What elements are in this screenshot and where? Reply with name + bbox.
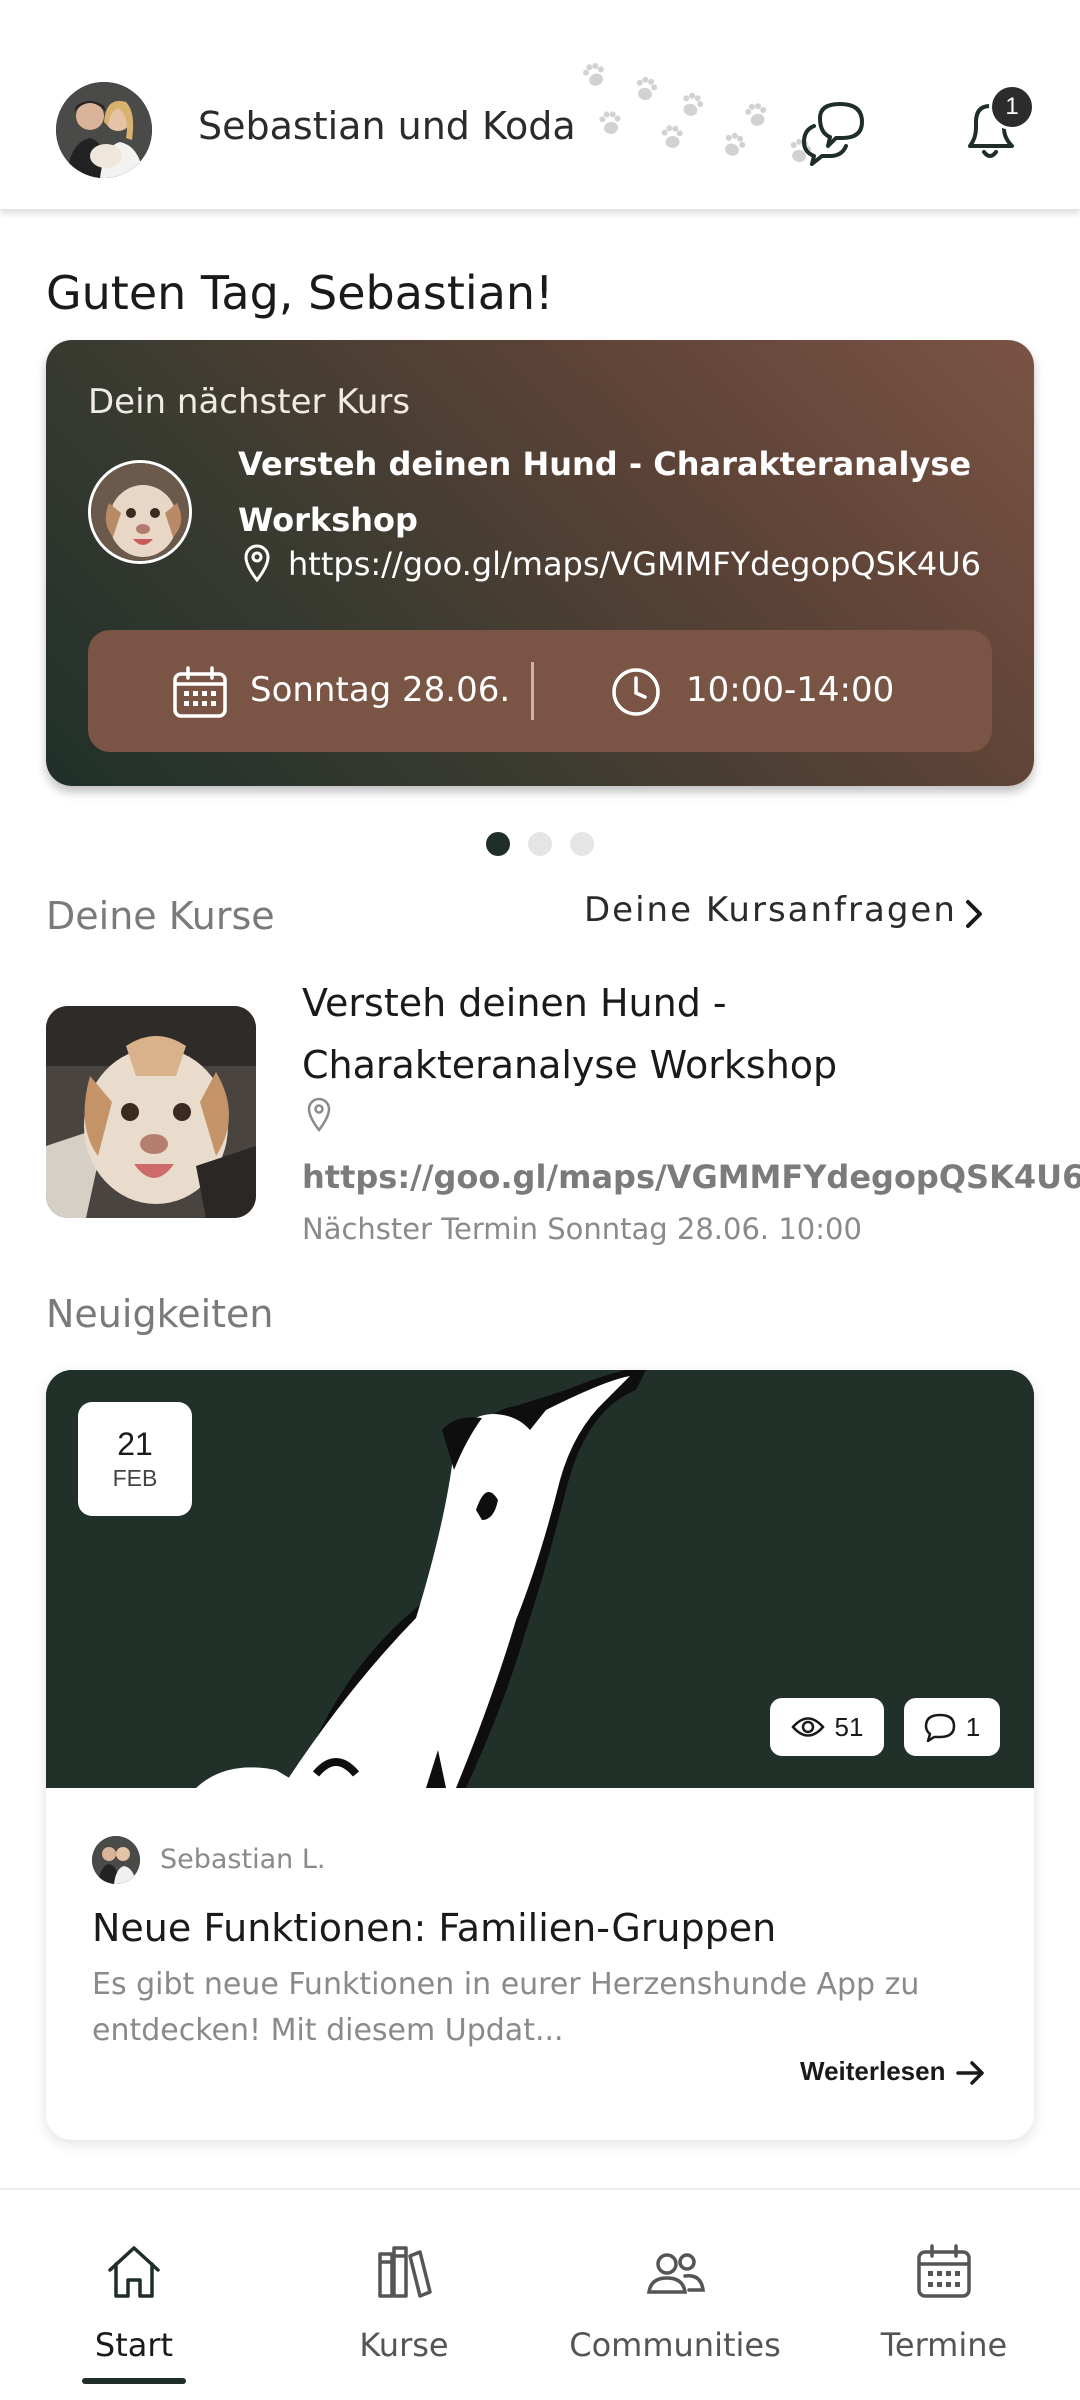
arrow-right-icon[interactable]	[954, 2058, 988, 2088]
news-card[interactable]: 21 FEB 51 1 Sebastian L. Neue Funktionen…	[46, 1370, 1034, 2140]
course-dog-avatar	[88, 460, 192, 564]
course-next-date: Nächster Termin Sonntag 28.06. 10:00	[302, 1212, 862, 1246]
read-more-link[interactable]: Weiterlesen	[800, 2056, 945, 2087]
app-screen: Sebastian und Koda 1 Guten Tag, Sebastia…	[0, 0, 1080, 2400]
author-name: Sebastian L.	[160, 1844, 326, 1875]
next-course-datetime: Sonntag 28.06. 10:00-14:00	[88, 630, 992, 752]
carousel-dot-active[interactable]	[486, 832, 510, 856]
carousel-dot[interactable]	[528, 832, 552, 856]
active-tab-indicator	[82, 2378, 186, 2384]
author-avatar	[92, 1836, 140, 1884]
eye-icon	[790, 1717, 825, 1737]
nav-termine-label: Termine	[880, 2326, 1008, 2364]
next-course-time: 10:00-14:00	[686, 670, 895, 710]
location-pin-icon	[307, 1097, 331, 1132]
chat-icon[interactable]	[800, 96, 868, 168]
nav-termine[interactable]: Termine	[854, 2190, 1034, 2390]
nav-start-label: Start	[94, 2326, 174, 2364]
news-section-title: Neuigkeiten	[46, 1292, 274, 1336]
nav-communities[interactable]: Communities	[560, 2190, 790, 2390]
nav-communities-label: Communities	[569, 2326, 781, 2364]
nav-kurse[interactable]: Kurse	[314, 2190, 494, 2390]
carousel-dot[interactable]	[570, 832, 594, 856]
next-course-location-link[interactable]: https://goo.gl/maps/VGMMFYdegopQSK4U6	[288, 545, 981, 583]
clock-icon	[612, 668, 660, 716]
profile-avatar[interactable]	[56, 82, 152, 178]
comments-count[interactable]: 1	[904, 1698, 1000, 1756]
next-course-card[interactable]: Dein nächster Kurs Versteh deinen Hund -…	[46, 340, 1034, 786]
people-icon	[646, 2253, 705, 2294]
news-excerpt: Es gibt neue Funktionen in eurer Herzens…	[92, 1967, 920, 2048]
course-location-link[interactable]: https://goo.gl/maps/VGMMFYdegopQSK4U6	[302, 1158, 1080, 1196]
carousel-indicator	[486, 832, 596, 858]
news-date-month: FEB	[112, 1465, 158, 1491]
nav-kurse-label: Kurse	[359, 2326, 449, 2364]
books-icon	[378, 2246, 432, 2298]
news-title[interactable]: Neue Funktionen: Familien-Gruppen	[92, 1906, 776, 1950]
home-icon	[108, 2246, 160, 2298]
news-image: 21 FEB 51 1	[46, 1370, 1034, 1788]
news-date-day: 21	[117, 1426, 153, 1462]
top-header: Sebastian und Koda 1	[0, 0, 1080, 210]
courses-section-title: Deine Kurse	[46, 894, 275, 938]
comments-value: 1	[965, 1711, 981, 1742]
bottom-navigation: Start Kurse Communities Termine	[0, 2188, 1080, 2400]
comment-icon	[924, 1713, 956, 1742]
next-course-title: Versteh deinen Hund - Charakteranalyse W…	[238, 445, 972, 539]
header-title: Sebastian und Koda	[198, 104, 576, 148]
chevron-right-icon[interactable]	[958, 894, 990, 934]
location-pin-icon	[244, 544, 270, 582]
course-thumbnail[interactable]	[46, 1006, 256, 1218]
views-value: 51	[834, 1711, 864, 1742]
next-course-date: Sonntag 28.06.	[250, 670, 511, 710]
nav-start[interactable]: Start	[44, 2190, 224, 2390]
views-count: 51	[770, 1698, 884, 1756]
calendar-icon	[173, 666, 227, 718]
course-requests-link[interactable]: Deine Kursanfragen	[584, 890, 1004, 942]
divider	[531, 662, 534, 720]
greeting-heading: Guten Tag, Sebastian!	[46, 266, 554, 320]
news-date-badge: 21 FEB	[78, 1402, 192, 1516]
course-title[interactable]: Versteh deinen Hund - Charakteranalyse W…	[302, 972, 1022, 1096]
next-course-label: Dein nächster Kurs	[88, 382, 411, 422]
calendar-icon	[917, 2244, 971, 2298]
notification-badge: 1	[989, 84, 1035, 130]
